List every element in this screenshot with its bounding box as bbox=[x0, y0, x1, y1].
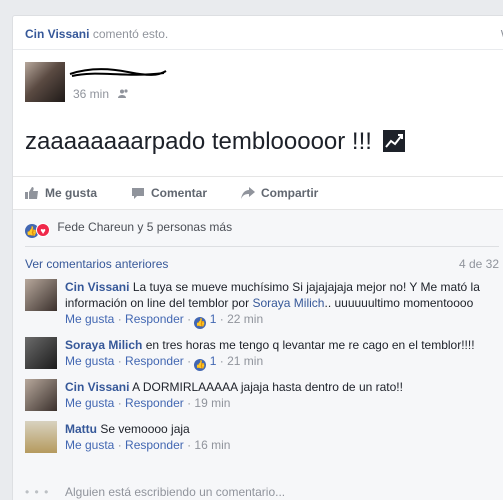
post-message: zaaaaaaaarpado temblooooor !!! bbox=[25, 128, 372, 155]
comment-author[interactable]: Mattu bbox=[65, 422, 97, 436]
share-button[interactable]: Compartir bbox=[241, 186, 318, 200]
comment-text-tail: .. uuuuuultimo momentoooo bbox=[324, 296, 474, 310]
like-count-icon: 👍 bbox=[194, 359, 207, 371]
comment-text: A DORMIRLAAAAA jajaja hasta dentro de un… bbox=[132, 380, 403, 394]
comment-avatar[interactable] bbox=[25, 379, 57, 411]
action-bar: Me gusta Comentar Compartir bbox=[13, 176, 503, 208]
comments-section: 👍 ♥ Fede Chareun y 5 personas más Ver com… bbox=[13, 209, 503, 500]
options-chevron-icon[interactable]: ∨ bbox=[499, 26, 503, 40]
comment-actions: Me gusta · Responder · 19 min bbox=[65, 396, 231, 410]
speech-bubble-icon bbox=[131, 187, 145, 199]
comment-like-link[interactable]: Me gusta bbox=[65, 396, 114, 410]
story-header: Cin Vissani comentó esto. ∨ bbox=[13, 16, 503, 50]
typing-indicator-text: Alguien está escribiendo un comentario..… bbox=[65, 485, 286, 499]
reactions-text: Fede Chareun y 5 personas más bbox=[57, 220, 233, 234]
comment-actions: Me gusta · Responder · 👍 1 · 21 min bbox=[65, 354, 264, 371]
comment-reply-link[interactable]: Responder bbox=[125, 438, 184, 452]
post-text: zaaaaaaaarpado temblooooor !!! bbox=[25, 128, 405, 156]
author-avatar[interactable] bbox=[25, 62, 65, 102]
comment-actions: Me gusta · Responder · 👍 1 · 22 min bbox=[65, 312, 264, 329]
comment-reply-link[interactable]: Responder bbox=[125, 396, 184, 410]
story-action-text: comentó esto. bbox=[92, 27, 169, 41]
comment-text: Se vemoooo jaja bbox=[100, 422, 190, 436]
comment-like-link[interactable]: Me gusta bbox=[65, 438, 114, 452]
comment-actions: Me gusta · Responder · 16 min bbox=[65, 438, 231, 452]
comment-text: en tres horas me tengo q levantar me re … bbox=[145, 338, 475, 352]
comment-mention[interactable]: Soraya Milich bbox=[252, 296, 324, 310]
comment-like-count[interactable]: 1 bbox=[210, 312, 217, 326]
post-timestamp[interactable]: 36 min bbox=[73, 87, 109, 101]
chart-increasing-icon bbox=[382, 130, 405, 152]
story-actor-link[interactable]: Cin Vissani bbox=[25, 27, 89, 41]
comment-author[interactable]: Cin Vissani bbox=[65, 280, 129, 294]
comment-count: 4 de 32 bbox=[458, 257, 499, 271]
comment-author[interactable]: Soraya Milich bbox=[65, 338, 142, 352]
comment-avatar[interactable] bbox=[25, 279, 57, 311]
view-previous-comments-link[interactable]: Ver comentarios anteriores bbox=[25, 257, 168, 271]
divider bbox=[25, 246, 499, 247]
redacted-author-name bbox=[69, 68, 167, 77]
like-count-icon: 👍 bbox=[194, 317, 207, 329]
like-button[interactable]: Me gusta bbox=[25, 186, 97, 200]
comment-like-link[interactable]: Me gusta bbox=[65, 312, 114, 326]
comment-avatar[interactable] bbox=[25, 421, 57, 453]
comment-reply-link[interactable]: Responder bbox=[125, 354, 184, 368]
comment-time[interactable]: 21 min bbox=[227, 354, 263, 368]
comment-like-count[interactable]: 1 bbox=[210, 354, 217, 368]
friends-icon[interactable] bbox=[118, 89, 129, 101]
thumbs-up-icon bbox=[25, 187, 39, 199]
comment-time[interactable]: 22 min bbox=[227, 312, 263, 326]
comment-avatar[interactable] bbox=[25, 337, 57, 369]
comment-reply-link[interactable]: Responder bbox=[125, 312, 184, 326]
share-arrow-icon bbox=[241, 187, 255, 199]
comment-like-link[interactable]: Me gusta bbox=[65, 354, 114, 368]
post-card: Cin Vissani comentó esto. ∨ 36 min zaaaa… bbox=[12, 15, 503, 500]
reactions-summary[interactable]: 👍 ♥ Fede Chareun y 5 personas más bbox=[25, 220, 232, 238]
post-meta: 36 min bbox=[73, 87, 129, 101]
typing-indicator-icon: • • • bbox=[25, 485, 50, 499]
love-reaction-icon: ♥ bbox=[36, 223, 50, 237]
comment-time[interactable]: 19 min bbox=[194, 396, 230, 410]
comment-button[interactable]: Comentar bbox=[131, 186, 207, 200]
comment-time[interactable]: 16 min bbox=[194, 438, 230, 452]
comment-author[interactable]: Cin Vissani bbox=[65, 380, 129, 394]
